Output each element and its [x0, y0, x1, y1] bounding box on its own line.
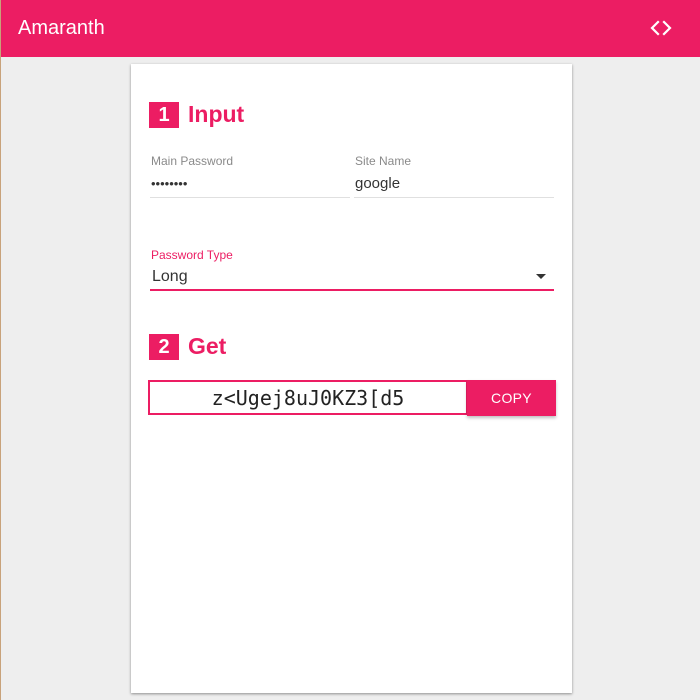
section-title: Input — [188, 101, 245, 127]
main-card: 1 Input Main Password •••••••• Site Name… — [131, 64, 572, 693]
field-underline — [354, 197, 554, 198]
step-badge: 1 — [149, 102, 179, 128]
section-title: Get — [188, 333, 227, 359]
generated-password-field[interactable]: z<Ugej8uJ0KZ3[d5 — [148, 380, 468, 415]
generated-password[interactable]: z<Ugej8uJ0KZ3[d5 — [150, 386, 466, 410]
app-bar: Amaranth — [1, 0, 700, 57]
site-name-field[interactable]: Site Name google — [354, 154, 554, 199]
app-title: Amaranth — [18, 17, 105, 39]
field-underline — [150, 197, 350, 198]
site-name-label: Site Name — [355, 154, 412, 168]
copy-button[interactable]: COPY — [467, 380, 556, 416]
password-type-value[interactable]: Long — [152, 268, 188, 286]
app-window: Amaranth 1 Input Main Password •••••••• … — [0, 0, 700, 700]
password-type-label: Password Type — [151, 248, 233, 262]
step-badge: 2 — [149, 334, 179, 360]
site-name-input[interactable]: google — [355, 175, 400, 193]
dropdown-arrow-icon[interactable] — [536, 274, 546, 279]
main-password-label: Main Password — [151, 154, 234, 168]
main-password-field[interactable]: Main Password •••••••• — [150, 154, 350, 199]
select-underline — [150, 289, 554, 291]
main-password-input[interactable]: •••••••• — [151, 175, 187, 193]
code-icon[interactable] — [649, 16, 673, 40]
password-type-select[interactable]: Password Type Long — [150, 248, 554, 292]
